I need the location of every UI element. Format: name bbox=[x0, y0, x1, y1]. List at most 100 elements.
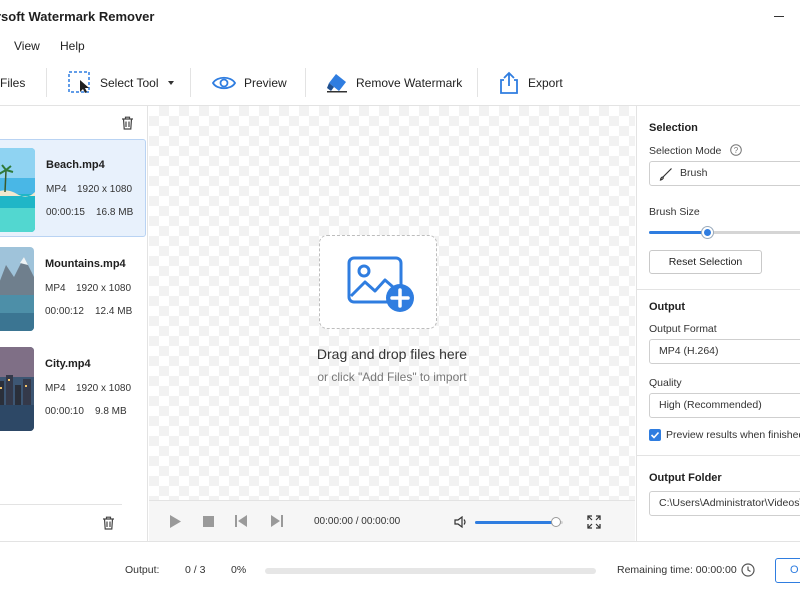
svg-text:?: ? bbox=[734, 146, 739, 155]
window-title: rsoft Watermark Remover bbox=[0, 9, 155, 24]
file-size: 16.8 MB bbox=[96, 207, 134, 218]
add-image-icon bbox=[347, 256, 414, 312]
player-controls: 00:00:00 / 00:00:00 bbox=[149, 500, 635, 541]
selection-mode-text: Selection Mode bbox=[649, 145, 722, 157]
volume-fill bbox=[475, 521, 556, 524]
file-resolution: 1920 x 1080 bbox=[76, 283, 132, 294]
time-separator: / bbox=[355, 516, 359, 527]
eraser-icon bbox=[327, 73, 347, 92]
add-files-label: Files bbox=[0, 75, 26, 90]
file-name: City.mp4 bbox=[45, 358, 91, 370]
quality-select[interactable]: High (Recommended) bbox=[649, 393, 800, 418]
selection-mode-select[interactable]: Brush bbox=[649, 161, 800, 186]
brush-icon bbox=[659, 168, 672, 181]
brush-size-slider[interactable] bbox=[649, 227, 800, 238]
selection-mode-label: Selection Mode ? bbox=[649, 144, 743, 157]
video-thumbnail bbox=[0, 247, 34, 331]
toolbar-divider bbox=[190, 68, 191, 97]
menu-view[interactable]: View bbox=[14, 39, 40, 53]
select-tool-button[interactable]: Select Tool bbox=[68, 59, 178, 106]
selection-mode-value: Brush bbox=[680, 167, 708, 179]
file-duration: 00:00:12 bbox=[45, 306, 84, 317]
stop-icon[interactable] bbox=[203, 516, 214, 527]
file-resolution: 1920 x 1080 bbox=[76, 383, 132, 394]
play-icon[interactable] bbox=[168, 514, 182, 529]
menu-bar: View Help bbox=[0, 33, 800, 59]
status-bar: Output: 0 / 3 0% Remaining time: 00:00:0… bbox=[0, 541, 800, 600]
preview-button[interactable]: Preview bbox=[212, 59, 287, 106]
trash-icon[interactable] bbox=[121, 116, 134, 130]
add-files-button[interactable]: Files bbox=[0, 59, 25, 106]
remove-watermark-label: Remove Watermark bbox=[356, 75, 463, 90]
output-heading: Output bbox=[649, 301, 686, 313]
list-divider bbox=[0, 504, 122, 505]
drop-zone[interactable] bbox=[319, 235, 437, 329]
output-format-label: Output Format bbox=[649, 323, 717, 335]
output-action-button[interactable]: O bbox=[775, 558, 800, 583]
file-list-item[interactable]: Beach.mp4 MP4 1920 x 1080 00:00:15 16.8 … bbox=[0, 139, 146, 237]
file-format: MP4 bbox=[46, 184, 67, 195]
output-label: Output: bbox=[125, 564, 160, 576]
clock-icon bbox=[741, 563, 755, 577]
video-thumbnail bbox=[0, 347, 34, 431]
section-divider bbox=[637, 289, 800, 290]
progress-bar bbox=[265, 568, 596, 574]
brush-size-fill bbox=[649, 231, 709, 234]
remove-watermark-button[interactable]: Remove Watermark bbox=[326, 59, 462, 106]
remaining-time: Remaining time: 00:00:00 bbox=[617, 564, 737, 576]
file-resolution: 1920 x 1080 bbox=[77, 184, 133, 195]
export-button[interactable]: Export bbox=[498, 59, 563, 106]
file-duration: 00:00:15 bbox=[46, 207, 85, 218]
volume-slider[interactable] bbox=[475, 517, 563, 527]
reset-selection-button[interactable]: Reset Selection bbox=[649, 250, 762, 274]
quality-label: Quality bbox=[649, 377, 682, 389]
file-size: 12.4 MB bbox=[95, 306, 133, 317]
export-icon bbox=[500, 71, 518, 94]
selection-heading: Selection bbox=[649, 122, 698, 134]
video-thumbnail bbox=[0, 148, 35, 232]
file-name: Mountains.mp4 bbox=[45, 258, 126, 270]
drop-subtitle: or click "Add Files" to import bbox=[317, 370, 467, 384]
checkbox-checked-icon[interactable] bbox=[649, 429, 661, 441]
file-list-item[interactable]: City.mp4 MP4 1920 x 1080 00:00:10 9.8 MB bbox=[0, 339, 146, 437]
file-list-panel: Beach.mp4 MP4 1920 x 1080 00:00:15 16.8 … bbox=[0, 106, 148, 541]
file-list-item[interactable]: Mountains.mp4 MP4 1920 x 1080 00:00:12 1… bbox=[0, 239, 146, 337]
brush-size-label: Brush Size bbox=[649, 206, 700, 218]
help-icon[interactable]: ? bbox=[730, 144, 743, 156]
trash-icon[interactable] bbox=[102, 516, 115, 530]
volume-handle[interactable] bbox=[550, 517, 561, 527]
output-format-select[interactable]: MP4 (H.264) bbox=[649, 339, 800, 364]
output-count: 0 / 3 bbox=[185, 564, 206, 576]
toolbar-divider bbox=[477, 68, 478, 97]
select-tool-icon bbox=[68, 70, 90, 93]
fullscreen-icon[interactable] bbox=[587, 515, 601, 529]
minimize-button[interactable] bbox=[760, 0, 800, 33]
settings-panel: Selection Selection Mode ? Brush Brush S… bbox=[636, 106, 800, 541]
output-folder-path[interactable]: C:\Users\Administrator\Videos\ bbox=[649, 491, 800, 516]
export-label: Export bbox=[528, 75, 563, 90]
eye-icon bbox=[212, 76, 236, 89]
output-percent: 0% bbox=[231, 564, 247, 576]
volume-icon[interactable] bbox=[454, 516, 468, 528]
menu-help[interactable]: Help bbox=[60, 39, 85, 53]
brush-size-handle[interactable] bbox=[702, 227, 714, 238]
toolbar-divider bbox=[305, 68, 306, 97]
next-icon[interactable] bbox=[270, 515, 284, 527]
toolbar: Files Select Tool Preview Remove Waterma… bbox=[0, 59, 800, 106]
current-time: 00:00:00 bbox=[314, 516, 353, 527]
file-format: MP4 bbox=[45, 383, 66, 394]
select-tool-label: Select Tool bbox=[100, 75, 159, 90]
drop-title: Drag and drop files here bbox=[316, 346, 468, 362]
preview-label: Preview bbox=[244, 75, 287, 90]
section-divider bbox=[637, 455, 800, 456]
output-folder-heading: Output Folder bbox=[649, 472, 722, 484]
file-size: 9.8 MB bbox=[95, 406, 127, 417]
previous-icon[interactable] bbox=[234, 515, 248, 527]
title-bar: rsoft Watermark Remover bbox=[0, 0, 800, 33]
preview-results-label: Preview results when finished bbox=[666, 429, 800, 441]
chevron-down-icon bbox=[168, 80, 175, 85]
file-format: MP4 bbox=[45, 283, 66, 294]
app-window: rsoft Watermark Remover View Help Files … bbox=[0, 0, 800, 600]
time-display: 00:00:00 / 00:00:00 bbox=[314, 516, 400, 527]
preview-area[interactable]: Drag and drop files here or click "Add F… bbox=[149, 106, 635, 500]
